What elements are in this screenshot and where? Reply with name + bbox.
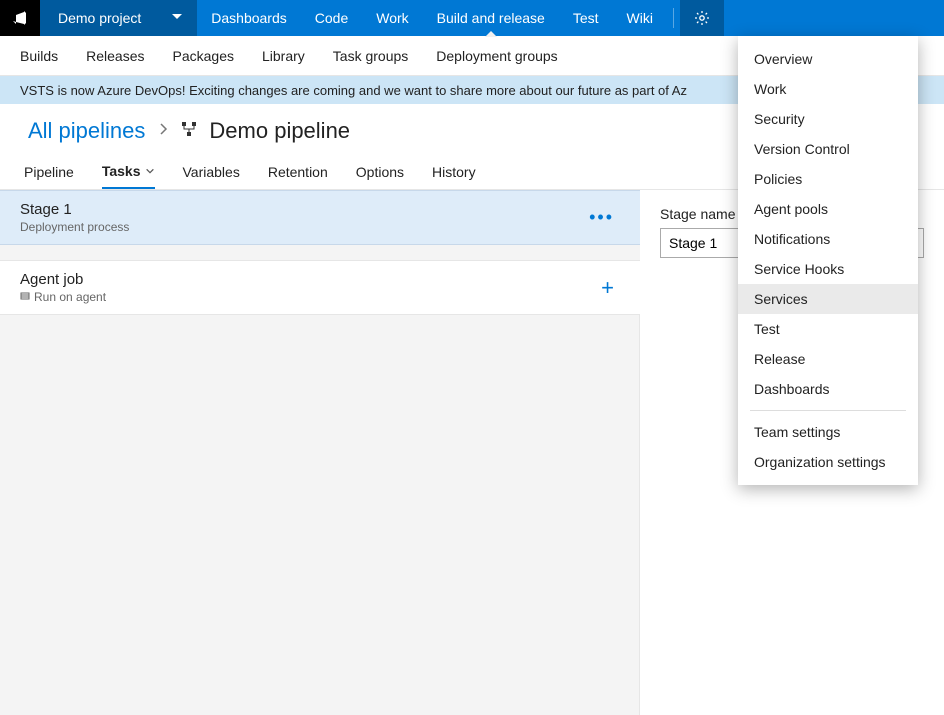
left-column: Stage 1 Deployment process ••• Agent job… [0,190,640,715]
settings-test[interactable]: Test [738,314,918,344]
pipeline-icon [181,121,197,142]
agent-icon [20,292,30,302]
settings-version-control[interactable]: Version Control [738,134,918,164]
topnav-work[interactable]: Work [362,0,422,36]
empty-area [0,315,640,715]
topnav-wiki[interactable]: Wiki [613,0,667,36]
topnav-test[interactable]: Test [559,0,613,36]
subnav-task-groups[interactable]: Task groups [333,48,408,64]
topnav-code[interactable]: Code [301,0,362,36]
tab-options[interactable]: Options [356,154,404,189]
stage-subtitle: Deployment process [20,220,129,234]
job-name: Agent job [20,271,106,288]
subnav-deployment-groups[interactable]: Deployment groups [436,48,557,64]
topnav-dashboards[interactable]: Dashboards [197,0,301,36]
separator [673,8,674,28]
tab-tasks[interactable]: Tasks [102,154,155,189]
settings-organization-settings[interactable]: Organization settings [738,447,918,477]
job-subtitle: Run on agent [20,290,106,304]
menu-divider [750,410,906,411]
tab-pipeline[interactable]: Pipeline [24,154,74,189]
settings-notifications[interactable]: Notifications [738,224,918,254]
settings-dashboards[interactable]: Dashboards [738,374,918,404]
settings-services[interactable]: Services [738,284,918,314]
page-title: Demo pipeline [209,118,350,144]
settings-menu: OverviewWorkSecurityVersion ControlPolic… [738,36,918,485]
stage-card[interactable]: Stage 1 Deployment process ••• [0,190,640,245]
top-nav: Demo project DashboardsCodeWorkBuild and… [0,0,944,36]
stage-more-button[interactable]: ••• [583,207,620,228]
project-name: Demo project [58,10,141,26]
job-card[interactable]: Agent job Run on agent + [0,261,640,315]
top-nav-links: DashboardsCodeWorkBuild and releaseTestW… [197,0,667,36]
settings-policies[interactable]: Policies [738,164,918,194]
chevron-right-icon [157,122,169,140]
subnav-builds[interactable]: Builds [20,48,58,64]
chevron-down-icon [141,163,155,179]
azure-devops-logo[interactable] [0,0,40,36]
stage-name: Stage 1 [20,201,129,218]
settings-service-hooks[interactable]: Service Hooks [738,254,918,284]
tab-variables[interactable]: Variables [183,154,240,189]
project-selector[interactable]: Demo project [40,0,197,36]
spacer [0,245,640,261]
subnav-packages[interactable]: Packages [173,48,234,64]
tab-history[interactable]: History [432,154,476,189]
settings-team-settings[interactable]: Team settings [738,417,918,447]
chevron-down-icon [171,10,183,26]
settings-agent-pools[interactable]: Agent pools [738,194,918,224]
subnav-library[interactable]: Library [262,48,305,64]
settings-overview[interactable]: Overview [738,44,918,74]
breadcrumb-all-pipelines[interactable]: All pipelines [28,118,145,144]
subnav-releases[interactable]: Releases [86,48,144,64]
topnav-build-and-release[interactable]: Build and release [423,0,559,36]
settings-work[interactable]: Work [738,74,918,104]
tab-retention[interactable]: Retention [268,154,328,189]
add-task-button[interactable]: + [595,275,620,301]
settings-security[interactable]: Security [738,104,918,134]
settings-release[interactable]: Release [738,344,918,374]
settings-button[interactable] [680,0,724,36]
